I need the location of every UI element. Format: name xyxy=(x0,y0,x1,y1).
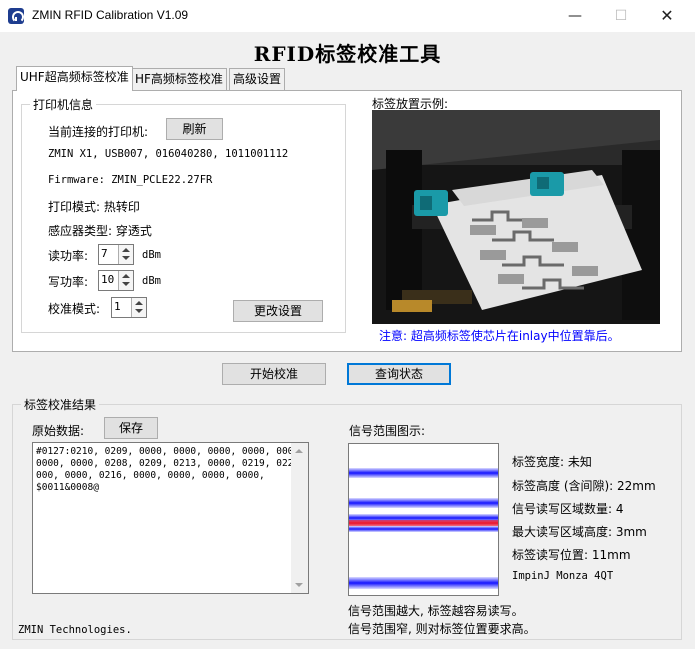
window-title: ZMIN RFID Calibration V1.09 xyxy=(32,8,189,22)
tag-width-text: 标签宽度: 未知 xyxy=(512,455,592,469)
signal-range-title: 信号范围图示: xyxy=(349,424,426,438)
title-bar: ZMIN RFID Calibration V1.09 — ☐ ✕ xyxy=(0,0,695,32)
signal-band xyxy=(349,577,498,589)
rw-zone-count-text: 信号读写区域数量: 4 xyxy=(512,502,624,516)
placement-note: 注意: 超高频标签使芯片在inlay中位置靠后。 xyxy=(379,329,620,343)
minimize-button[interactable]: — xyxy=(552,0,598,32)
tab-uhf-calibration[interactable]: UHF超高频标签校准 xyxy=(16,66,133,91)
write-power-unit: dBm xyxy=(142,275,161,287)
printer-id-text: ZMIN X1, USB007, 016040280, 1011001112 xyxy=(48,148,289,160)
read-power-unit: dBm xyxy=(142,249,161,261)
scroll-up-icon[interactable] xyxy=(295,449,303,453)
chip-model-text: ImpinJ Monza 4QT xyxy=(512,570,614,582)
firmware-text: Firmware: ZMIN_PCLE22.27FR xyxy=(48,174,213,186)
calib-mode-stepper[interactable]: 1 xyxy=(111,297,147,318)
read-power-spin-buttons[interactable] xyxy=(118,245,133,264)
calib-mode-label: 校准模式: xyxy=(48,302,101,316)
max-zone-height-text: 最大读写区域高度: 3mm xyxy=(512,525,647,539)
spin-up-icon[interactable] xyxy=(122,274,130,278)
rw-position-text: 标签读写位置: 11mm xyxy=(512,548,631,562)
raw-data-line: 000, 0000, 0216, 0000, 0000, 0000, 0000, xyxy=(36,470,265,481)
signal-band xyxy=(349,498,498,508)
spin-up-icon[interactable] xyxy=(135,301,143,305)
signal-note-wide: 信号范围越大, 标签越容易读写。 xyxy=(348,604,524,618)
raw-data-textarea[interactable]: #0127:0210, 0209, 0000, 0000, 0000, 0000… xyxy=(32,442,309,594)
signal-band xyxy=(349,468,498,478)
current-printer-label: 当前连接的打印机: xyxy=(48,125,149,139)
calibration-results-title: 标签校准结果 xyxy=(21,396,100,413)
tab-advanced-settings[interactable]: 高级设置 xyxy=(229,68,286,90)
save-button[interactable]: 保存 xyxy=(104,417,158,439)
print-mode-text: 打印模式: 热转印 xyxy=(48,200,140,214)
spin-down-icon[interactable] xyxy=(122,256,130,260)
write-power-spin-buttons[interactable] xyxy=(118,271,133,290)
start-calibration-button[interactable]: 开始校准 xyxy=(222,363,326,385)
spin-down-icon[interactable] xyxy=(122,282,130,286)
signal-range-diagram xyxy=(348,443,499,596)
raw-data-line: 0000, 0000, 0208, 0209, 0213, 0000, 0219… xyxy=(36,458,309,469)
scroll-down-icon[interactable] xyxy=(295,583,303,587)
query-status-button[interactable]: 查询状态 xyxy=(347,363,451,385)
printer-info-title: 打印机信息 xyxy=(30,96,97,113)
write-power-value: 10 xyxy=(101,273,115,286)
app-rfid-icon xyxy=(8,8,24,24)
app-title: RFID标签校准工具 xyxy=(253,42,442,66)
signal-bands-graphic xyxy=(349,468,498,589)
raw-data-line: #0127:0210, 0209, 0000, 0000, 0000, 0000… xyxy=(36,446,305,457)
raw-data-scrollbar[interactable] xyxy=(291,443,308,593)
refresh-button[interactable]: 刷新 xyxy=(166,118,223,140)
company-footer: ZMIN Technologies. xyxy=(18,624,132,636)
raw-data-line: $0011&0008@ xyxy=(36,482,99,493)
calib-mode-spin-buttons[interactable] xyxy=(131,298,146,317)
signal-band-selected xyxy=(349,520,498,526)
spin-up-icon[interactable] xyxy=(122,248,130,252)
read-power-stepper[interactable]: 7 xyxy=(98,244,134,265)
close-button[interactable]: ✕ xyxy=(644,0,690,32)
tab-hf-calibration[interactable]: HF高频标签校准 xyxy=(131,68,227,90)
printer-photo-illustration xyxy=(372,110,660,324)
read-power-value: 7 xyxy=(101,247,108,260)
raw-data-label: 原始数据: xyxy=(32,424,85,438)
tag-height-text: 标签高度 (含间隙): 22mm xyxy=(512,479,656,493)
maximize-button[interactable]: ☐ xyxy=(598,0,644,32)
signal-note-narrow: 信号范围窄, 则对标签位置要求高。 xyxy=(348,622,536,636)
write-power-stepper[interactable]: 10 xyxy=(98,270,134,291)
spin-down-icon[interactable] xyxy=(135,309,143,313)
label-placement-photo xyxy=(372,110,660,324)
change-settings-button[interactable]: 更改设置 xyxy=(233,300,323,322)
write-power-label: 写功率: xyxy=(48,275,89,289)
sensor-type-text: 感应器类型: 穿透式 xyxy=(48,224,152,238)
read-power-label: 读功率: xyxy=(48,249,89,263)
calib-mode-value: 1 xyxy=(114,300,121,313)
signal-band xyxy=(349,526,498,532)
